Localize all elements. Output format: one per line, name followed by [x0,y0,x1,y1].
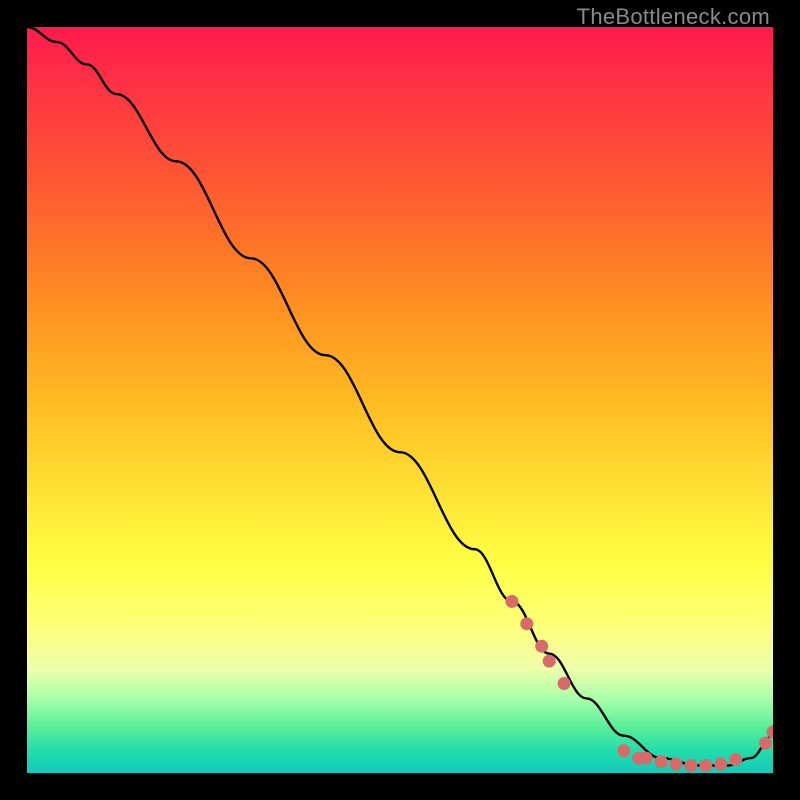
bottleneck-curve [27,27,773,766]
data-markers [505,595,773,772]
data-marker [670,758,683,771]
data-marker [520,617,533,630]
data-marker [543,655,556,668]
data-marker [759,737,772,750]
data-marker [640,752,653,765]
curve-layer [27,27,773,773]
data-marker [535,640,548,653]
data-marker [505,595,518,608]
data-marker [714,758,727,771]
data-marker [729,753,742,766]
data-marker [558,677,571,690]
data-marker [617,744,630,757]
data-marker [699,759,712,772]
chart-frame: TheBottleneck.com [0,0,800,800]
data-marker [684,759,697,772]
plot-area [27,27,773,773]
data-marker [655,755,668,768]
data-marker [767,726,774,739]
